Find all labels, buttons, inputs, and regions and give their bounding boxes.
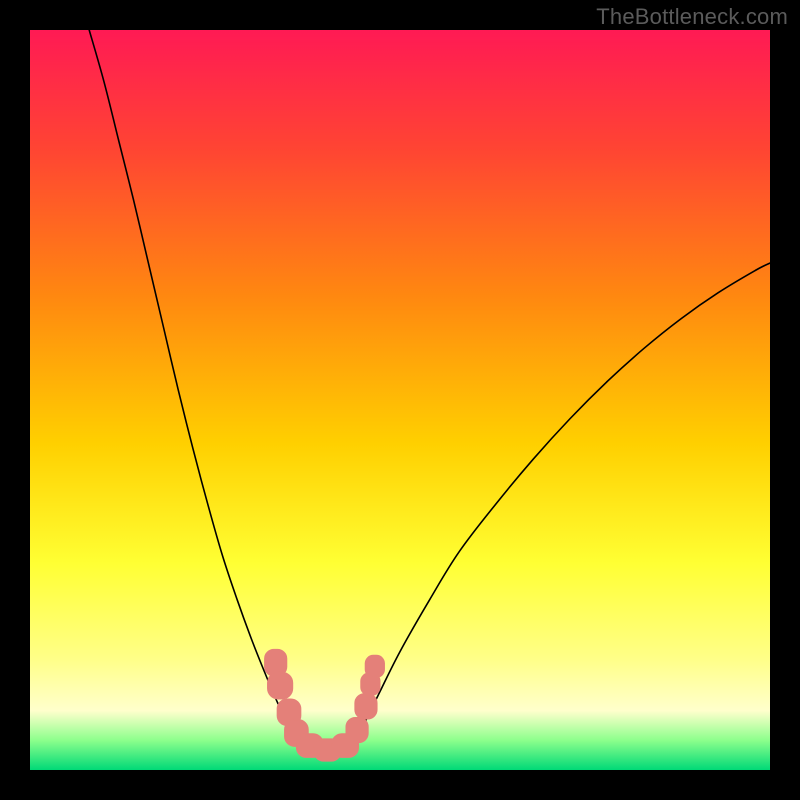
coral-beads-1 — [268, 672, 293, 699]
bottleneck-chart — [30, 30, 770, 770]
chart-frame: TheBottleneck.com — [0, 0, 800, 800]
gradient-background — [30, 30, 770, 770]
coral-beads-8 — [355, 694, 377, 719]
plot-area — [30, 30, 770, 770]
coral-beads-10 — [365, 655, 384, 677]
coral-beads-7 — [346, 717, 368, 742]
watermark-text: TheBottleneck.com — [596, 4, 788, 30]
